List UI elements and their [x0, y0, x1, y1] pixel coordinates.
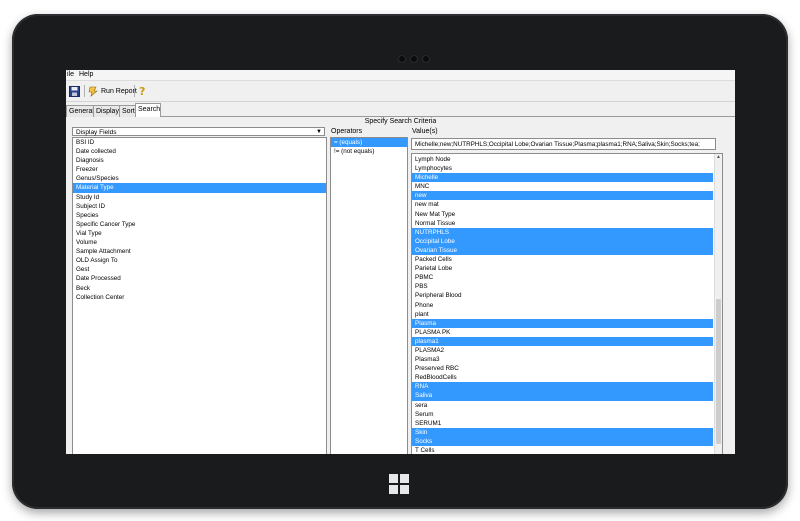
value-item[interactable]: Plasma: [412, 318, 713, 328]
display-field-item[interactable]: Freezer: [73, 165, 326, 174]
value-item[interactable]: new mat: [412, 200, 713, 209]
operators-list[interactable]: = (equals) != (not equals): [330, 137, 408, 454]
value-item[interactable]: Plasma3: [412, 355, 713, 364]
tab-display[interactable]: Display: [93, 105, 120, 117]
value-item[interactable]: sera: [412, 401, 713, 410]
save-icon: [69, 85, 80, 97]
scroll-up-icon[interactable]: ▲: [715, 154, 722, 161]
tab-search[interactable]: Search: [135, 103, 161, 117]
value-item[interactable]: New Mat Type: [412, 210, 713, 219]
display-field-item[interactable]: Subject ID: [73, 202, 326, 211]
camera-dot: [410, 55, 418, 63]
operator-item[interactable]: != (not equals): [331, 147, 407, 156]
display-fields-list[interactable]: BSI ID Date collected Diagnosis Freezer Genu…: [72, 137, 327, 454]
value-item[interactable]: PBS: [412, 282, 713, 291]
menu-file[interactable]: ile: [67, 71, 74, 78]
value-item[interactable]: Lymph Node: [412, 155, 713, 164]
value-item[interactable]: plant: [412, 310, 713, 319]
menu-bar: ile Help: [66, 70, 735, 81]
display-fields-header: Display Fields: [76, 129, 117, 136]
value-item[interactable]: plasma1: [412, 336, 713, 346]
help-button[interactable]: ?: [138, 84, 148, 98]
run-report-icon: [88, 86, 98, 97]
value-item[interactable]: Normal Tissue: [412, 219, 713, 228]
value-item[interactable]: PBMC: [412, 273, 713, 282]
svg-text:?: ?: [139, 85, 145, 97]
menu-help[interactable]: Help: [79, 71, 93, 78]
value-item[interactable]: Preserved RBC: [412, 364, 713, 373]
toolbar: Run Report ?: [66, 81, 735, 102]
value-item[interactable]: Ovarian Tissue: [412, 245, 713, 256]
value-item[interactable]: MNC: [412, 182, 713, 191]
value-item[interactable]: NUTRPHLS: [412, 227, 713, 237]
value-item[interactable]: RedBloodCells: [412, 373, 713, 382]
run-report-button[interactable]: Run Report: [88, 84, 137, 98]
operators-header: Operators: [331, 128, 363, 135]
display-field-item[interactable]: Specific Cancer Type: [73, 220, 326, 229]
value-item[interactable]: Skin: [412, 427, 713, 437]
value-item[interactable]: Parietal Lobe: [412, 264, 713, 273]
run-report-label: Run Report: [101, 87, 137, 95]
display-fields-dropdown[interactable]: Display Fields ▼: [72, 127, 325, 136]
value-item[interactable]: Michelle: [412, 173, 713, 183]
value-item[interactable]: Socks: [412, 436, 713, 446]
value-item[interactable]: Saliva: [412, 391, 713, 401]
display-field-item[interactable]: Gest: [73, 265, 326, 274]
value-item[interactable]: PLASMA PK: [412, 328, 713, 337]
display-field-item[interactable]: Sample Attachment: [73, 247, 326, 256]
value-item[interactable]: new: [412, 191, 713, 201]
display-field-item[interactable]: Material Type: [73, 183, 326, 193]
values-scrollbar[interactable]: ▲: [714, 154, 722, 454]
value-item[interactable]: T Cells: [412, 446, 713, 454]
chevron-down-icon: ▼: [316, 129, 322, 135]
value-item[interactable]: RNA: [412, 382, 713, 392]
app-window: ile Help Run Report ? General Display So…: [66, 70, 735, 454]
value-item[interactable]: Packed Cells: [412, 255, 713, 264]
display-field-item[interactable]: Date Processed: [73, 274, 326, 283]
scrollbar-thumb[interactable]: [716, 299, 721, 444]
values-input[interactable]: Michelle;new;NUTRPHLS;Occipital Lobe;Ova…: [411, 138, 716, 150]
tab-strip: General Display Sort Search: [66, 103, 735, 117]
display-field-item[interactable]: Vial Type: [73, 229, 326, 238]
value-item[interactable]: Serum: [412, 410, 713, 419]
display-field-item[interactable]: BSI ID: [73, 138, 326, 147]
windows-logo-icon[interactable]: [389, 474, 409, 494]
display-field-item[interactable]: Diagnosis: [73, 156, 326, 165]
display-field-item[interactable]: Species: [73, 211, 326, 220]
value-item[interactable]: PLASMA2: [412, 346, 713, 355]
tab-general[interactable]: General: [66, 105, 94, 117]
operator-item[interactable]: = (equals): [331, 138, 407, 148]
camera-dot: [422, 55, 430, 63]
value-item[interactable]: Lymphocytes: [412, 164, 713, 173]
display-field-item[interactable]: Collection Center: [73, 293, 326, 302]
toolbar-separator: [134, 85, 135, 97]
display-field-item[interactable]: Study Id: [73, 193, 326, 202]
display-field-item[interactable]: OLD Assign To: [73, 256, 326, 265]
value-item[interactable]: Phone: [412, 301, 713, 310]
values-list[interactable]: Lymph Node Lymphocytes Michelle MNC new new m…: [411, 153, 723, 454]
display-field-item[interactable]: Date collected: [73, 147, 326, 156]
display-field-item[interactable]: Beck: [73, 284, 326, 293]
toolbar-separator: [84, 85, 85, 97]
display-field-item[interactable]: Volume: [73, 238, 326, 247]
value-item[interactable]: Occipital Lobe: [412, 236, 713, 246]
value-item[interactable]: Peripheral Blood: [412, 291, 713, 300]
save-button[interactable]: [69, 84, 80, 98]
camera-dot: [398, 55, 406, 63]
values-header: Value(s): [412, 128, 438, 135]
display-field-item[interactable]: Genus/Species: [73, 174, 326, 183]
help-icon: ?: [139, 85, 145, 97]
value-item[interactable]: SERUM1: [412, 419, 713, 428]
criteria-title: Specify Search Criteria: [364, 118, 437, 125]
